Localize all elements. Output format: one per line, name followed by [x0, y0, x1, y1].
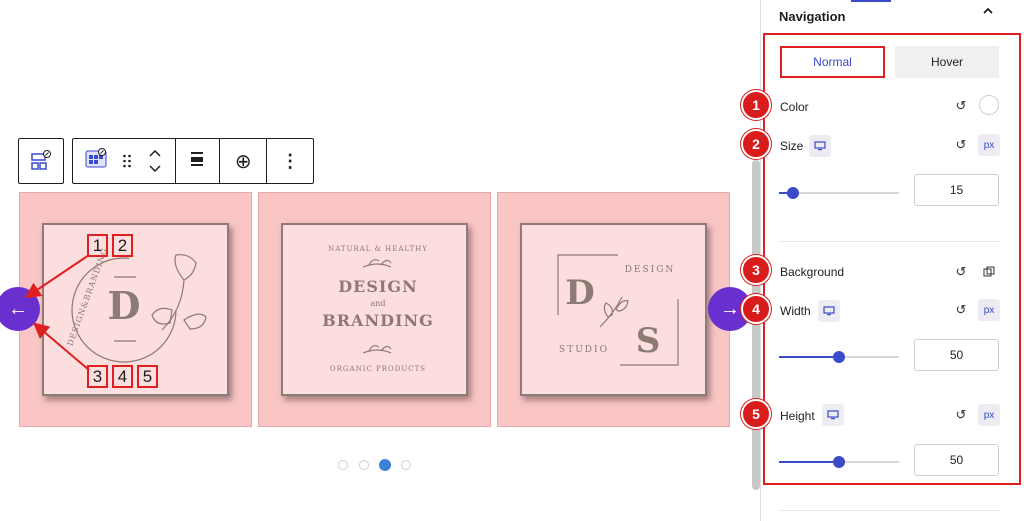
size-label: Size — [780, 139, 804, 153]
chevron-up-icon[interactable] — [981, 4, 995, 22]
unit-selector[interactable]: px — [978, 404, 1000, 426]
size-input[interactable]: 15 — [914, 174, 999, 206]
active-tab-indicator — [851, 0, 891, 2]
reset-icon[interactable]: ↺ — [950, 134, 972, 156]
size-slider[interactable] — [779, 187, 899, 199]
step-badge: 3 — [741, 255, 771, 285]
step-badge: 2 — [741, 129, 771, 159]
step-badge: 5 — [741, 399, 771, 429]
height-label: Height — [780, 409, 815, 423]
width-input[interactable]: 50 — [914, 339, 999, 371]
slider-thumb[interactable] — [833, 456, 845, 468]
color-swatch[interactable] — [979, 95, 999, 115]
tab-hover[interactable]: Hover — [895, 46, 999, 78]
settings-panel: Navigation Normal Hover 1 Color ↺ 2 Size… — [741, 0, 1024, 521]
pagination-dot-2[interactable] — [359, 460, 369, 470]
height-input[interactable]: 50 — [914, 444, 999, 476]
width-label: Width — [780, 304, 811, 318]
slider-fill — [779, 356, 839, 358]
unit-selector[interactable]: px — [978, 134, 1000, 156]
slider-fill — [779, 461, 839, 463]
color-label: Color — [780, 100, 809, 114]
annotation-arrows — [24, 254, 90, 371]
step-badge: 4 — [741, 294, 771, 324]
slider-thumb[interactable] — [833, 351, 845, 363]
copy-icon[interactable] — [978, 261, 1000, 283]
pagination-dot-3[interactable] — [379, 459, 391, 471]
scrollbar[interactable] — [752, 160, 760, 490]
unit-selector[interactable]: px — [978, 299, 1000, 321]
pagination-dot-1[interactable] — [338, 460, 348, 470]
desktop-icon[interactable] — [822, 404, 844, 426]
slider-thumb[interactable] — [787, 187, 799, 199]
width-slider[interactable] — [779, 351, 899, 363]
height-slider[interactable] — [779, 456, 899, 468]
divider — [779, 241, 999, 242]
reset-icon[interactable]: ↺ — [950, 299, 972, 321]
divider — [779, 510, 999, 511]
reset-icon[interactable]: ↺ — [950, 95, 972, 117]
background-label: Background — [780, 265, 845, 279]
section-title[interactable]: Navigation — [779, 9, 845, 24]
editor-canvas: ⊕ ⋮ D DESIGN&BRANDING NATURAL & HEALTHY … — [0, 0, 760, 521]
step-badge: 1 — [741, 90, 771, 120]
pagination-dot-4[interactable] — [401, 460, 411, 470]
reset-icon[interactable]: ↺ — [950, 404, 972, 426]
tab-normal[interactable]: Normal — [780, 46, 885, 78]
reset-icon[interactable]: ↺ — [950, 261, 972, 283]
desktop-icon[interactable] — [818, 300, 840, 322]
desktop-icon[interactable] — [809, 135, 831, 157]
